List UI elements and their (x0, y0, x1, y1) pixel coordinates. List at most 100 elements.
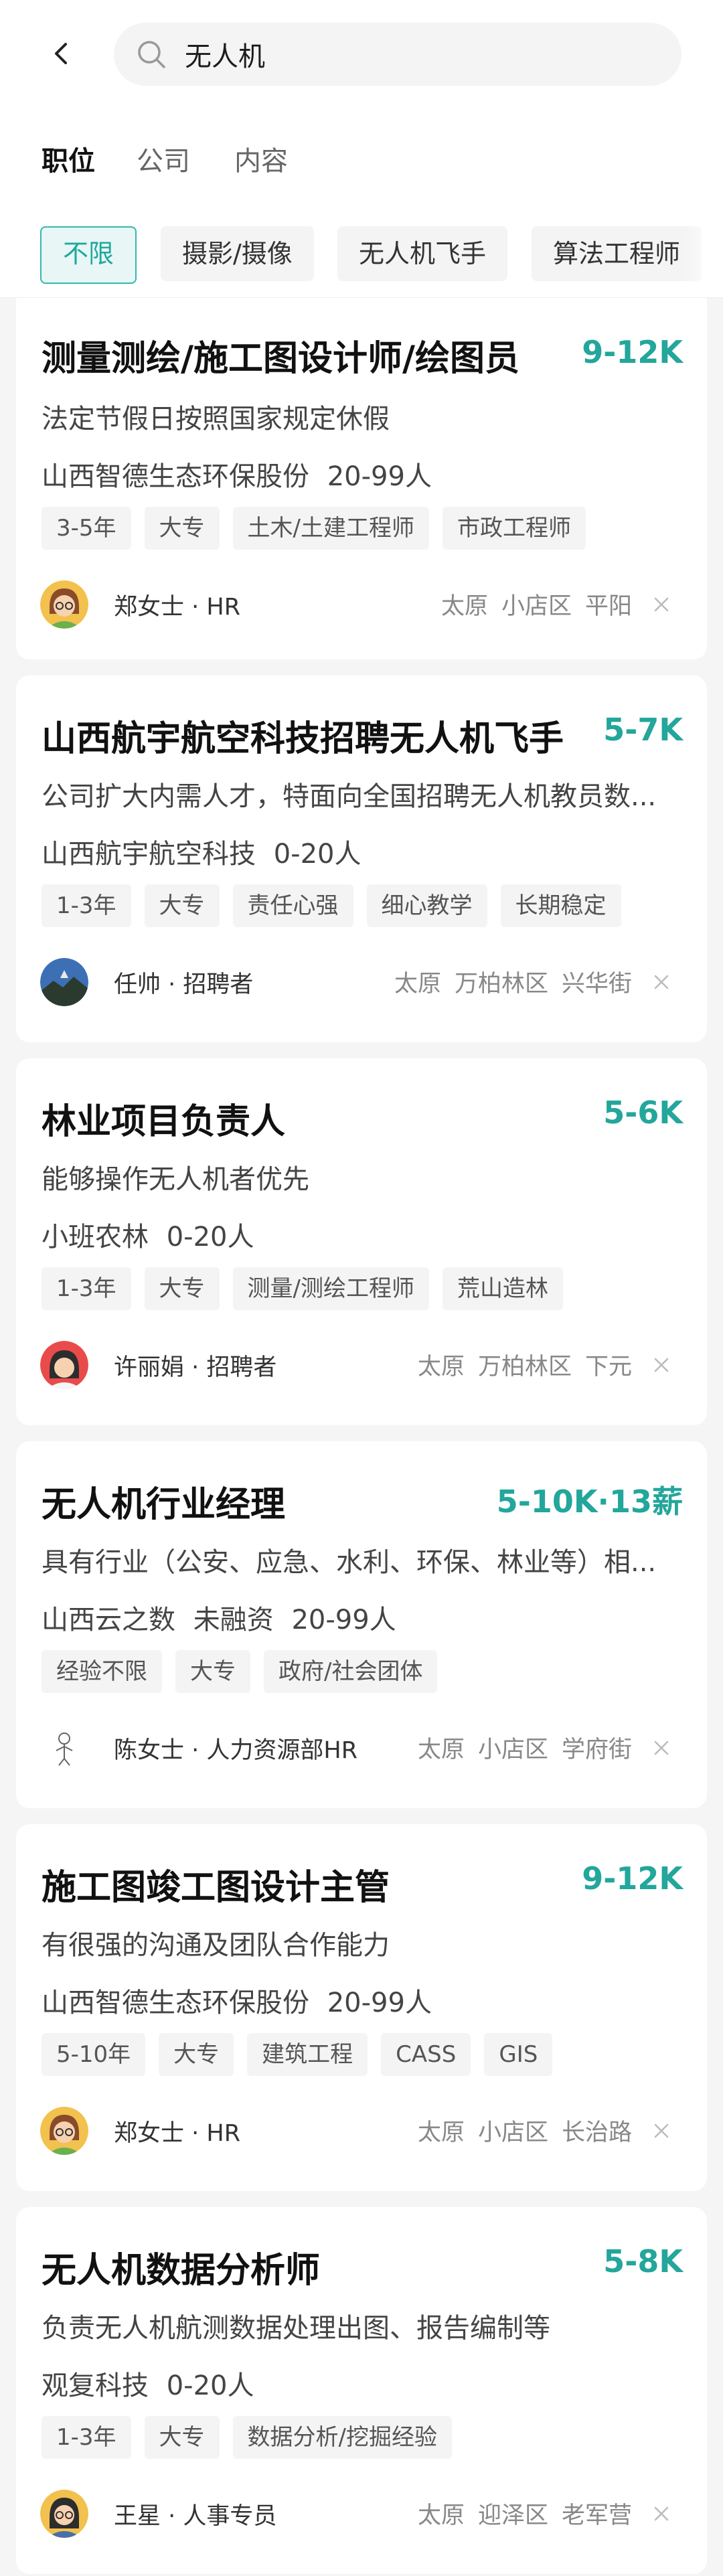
location-area: 学府街 (561, 1737, 632, 1763)
location-area: 下元 (584, 1354, 632, 1380)
close-icon[interactable] (648, 591, 675, 618)
company-name: 山西智德生态环保股份 (42, 461, 309, 492)
recruiter: 许丽娟 · 招聘者 (40, 1341, 276, 1389)
location-city: 太原 (417, 1737, 465, 1763)
job-tag: 大专 (144, 1267, 220, 1310)
job-tag: 数据分析/挖掘经验 (232, 2416, 453, 2459)
recruiter: 郑女士 · HR (40, 2107, 240, 2155)
search-input[interactable]: 无人机 (114, 23, 681, 86)
job-tag: 责任心强 (232, 884, 353, 927)
close-icon[interactable] (648, 2500, 675, 2527)
location-city: 太原 (417, 2119, 465, 2146)
location-district: 小店区 (501, 593, 572, 620)
job-tags: 5-10年 大专 建筑工程 CASS GIS (42, 2033, 553, 2076)
close-icon[interactable] (648, 2117, 675, 2144)
job-description: 具有行业（公安、应急、水利、环保、林业等）相... (42, 1547, 657, 1578)
company-info: 山西航宇航空科技 0-20人 (42, 832, 362, 871)
top-bar: 无人机 职位 公司 内容 不限 摄影/摄像 无人机飞手 算法工程师 (0, 0, 723, 298)
filter-unlimited[interactable]: 不限 (40, 226, 137, 284)
job-card[interactable]: 无人机行业经理 5-10K·13薪 具有行业（公安、应急、水利、环保、林业等）相… (16, 1441, 707, 1808)
job-location: 太原 小店区 长治路 (404, 2113, 675, 2148)
recruiter-name: 郑女士 · HR (114, 2119, 241, 2147)
recruiter-name: 王星 · 人事专员 (114, 2502, 277, 2530)
close-icon[interactable] (648, 969, 675, 995)
job-tag: 荒山造林 (443, 1267, 564, 1310)
job-card[interactable]: 无人机数据分析师 5-8K 负责无人机航测数据处理出图、报告编制等 观复科技 0… (16, 2207, 707, 2574)
recruiter: 任帅 · 招聘者 (40, 958, 253, 1006)
job-salary: 9-12K (582, 334, 683, 370)
job-location: 太原 小店区 学府街 (404, 1730, 675, 1765)
company-size: 20-99人 (291, 1605, 396, 1635)
job-tag: 测量/测绘工程师 (232, 1267, 430, 1310)
location-area: 长治路 (561, 2119, 632, 2146)
sketch-figure-avatar-icon (40, 1724, 88, 1772)
job-card[interactable]: 林业项目负责人 5-6K 能够操作无人机者优先 小班农林 0-20人 1-3年 … (16, 1058, 707, 1425)
job-tag: 3-5年 (42, 507, 131, 550)
job-list: 测量测绘/施工图设计师/绘图员 9-12K 法定节假日按照国家规定休假 山西智德… (0, 298, 723, 2574)
search-query[interactable]: 无人机 (185, 35, 265, 74)
job-tag: 大专 (144, 507, 220, 550)
tab-jobs[interactable]: 职位 (42, 139, 95, 178)
location-city: 太原 (440, 593, 488, 620)
company-size: 20-99人 (327, 1988, 432, 2018)
recruiter: 王星 · 人事专员 (40, 2490, 276, 2538)
job-tag: 1-3年 (42, 2416, 131, 2459)
woman-avatar-icon (40, 1341, 88, 1389)
recruiter: 郑女士 · HR (40, 580, 240, 629)
company-name: 小班农林 (42, 1222, 149, 1253)
job-description: 法定节假日按照国家规定休假 (42, 404, 390, 434)
landscape-photo-avatar-icon (40, 958, 88, 1006)
job-title: 测量测绘/施工图设计师/绘图员 (42, 339, 519, 379)
company-name: 山西智德生态环保股份 (42, 1988, 309, 2018)
tab-content[interactable]: 内容 (234, 139, 288, 178)
close-icon[interactable] (648, 1735, 675, 1761)
result-tabs: 职位 公司 内容 (0, 107, 723, 208)
job-tag: 细心教学 (366, 884, 487, 927)
filter-drone-pilot[interactable]: 无人机飞手 (337, 226, 508, 281)
job-card[interactable]: 测量测绘/施工图设计师/绘图员 9-12K 法定节假日按照国家规定休假 山西智德… (16, 298, 707, 659)
location-area: 老军营 (561, 2502, 632, 2529)
job-salary: 5-10K·13薪 (496, 1483, 683, 1520)
recruiter: 陈女士 · 人力资源部HR (40, 1724, 357, 1772)
job-location: 太原 万柏林区 兴华街 (381, 965, 675, 999)
job-tag: 大专 (144, 884, 220, 927)
job-title: 无人机数据分析师 (42, 2251, 321, 2291)
location-city: 太原 (417, 2502, 465, 2529)
job-tags: 1-3年 大专 测量/测绘工程师 荒山造林 (42, 1267, 564, 1310)
filter-chips: 不限 摄影/摄像 无人机飞手 算法工程师 (0, 208, 723, 298)
back-button[interactable] (35, 27, 88, 80)
woman-glasses-avatar-icon (40, 580, 88, 629)
location-area: 平阳 (584, 593, 632, 620)
back-arrow-icon (55, 43, 67, 64)
close-icon[interactable] (648, 1352, 675, 1378)
woman-glasses-avatar-icon (40, 2107, 88, 2155)
search-icon (134, 37, 169, 72)
job-title: 林业项目负责人 (42, 1102, 286, 1142)
job-tag: 1-3年 (42, 1267, 131, 1310)
company-size: 0-20人 (166, 2370, 254, 2401)
tab-companies[interactable]: 公司 (137, 139, 190, 178)
job-tag: 政府/社会团体 (264, 1650, 438, 1693)
location-city: 太原 (394, 971, 441, 997)
job-card[interactable]: 施工图竣工图设计主管 9-12K 有很强的沟通及团队合作能力 山西智德生态环保股… (16, 1824, 707, 2191)
search-header: 无人机 (0, 0, 723, 107)
job-card[interactable]: 山西航宇航空科技招聘无人机飞手 5-7K 公司扩大内需人才，特面向全国招聘无人机… (16, 675, 707, 1042)
job-description: 公司扩大内需人才，特面向全国招聘无人机教员数... (42, 781, 657, 812)
recruiter-name: 陈女士 · 人力资源部HR (114, 1737, 358, 1764)
filter-photography[interactable]: 摄影/摄像 (161, 226, 314, 281)
company-info: 山西云之数 未融资 20-99人 (42, 1598, 396, 1637)
company-stage: 未融资 (193, 1605, 274, 1635)
job-tag: 建筑工程 (247, 2033, 368, 2076)
job-tags: 3-5年 大专 土木/土建工程师 市政工程师 (42, 507, 586, 550)
filter-algorithm-engineer[interactable]: 算法工程师 (532, 226, 702, 281)
company-name: 山西航宇航空科技 (42, 839, 256, 870)
job-tags: 1-3年 大专 责任心强 细心教学 长期稳定 (42, 884, 621, 927)
job-tags: 经验不限 大专 政府/社会团体 (42, 1650, 438, 1693)
job-tag: 5-10年 (42, 2033, 146, 2076)
company-size: 0-20人 (166, 1222, 254, 1253)
job-title: 无人机行业经理 (42, 1485, 286, 1525)
location-area: 兴华街 (561, 971, 632, 997)
woman-glasses-avatar-icon (40, 2490, 88, 2538)
job-tag: 大专 (144, 2416, 220, 2459)
job-salary: 5-6K (603, 1095, 683, 1131)
